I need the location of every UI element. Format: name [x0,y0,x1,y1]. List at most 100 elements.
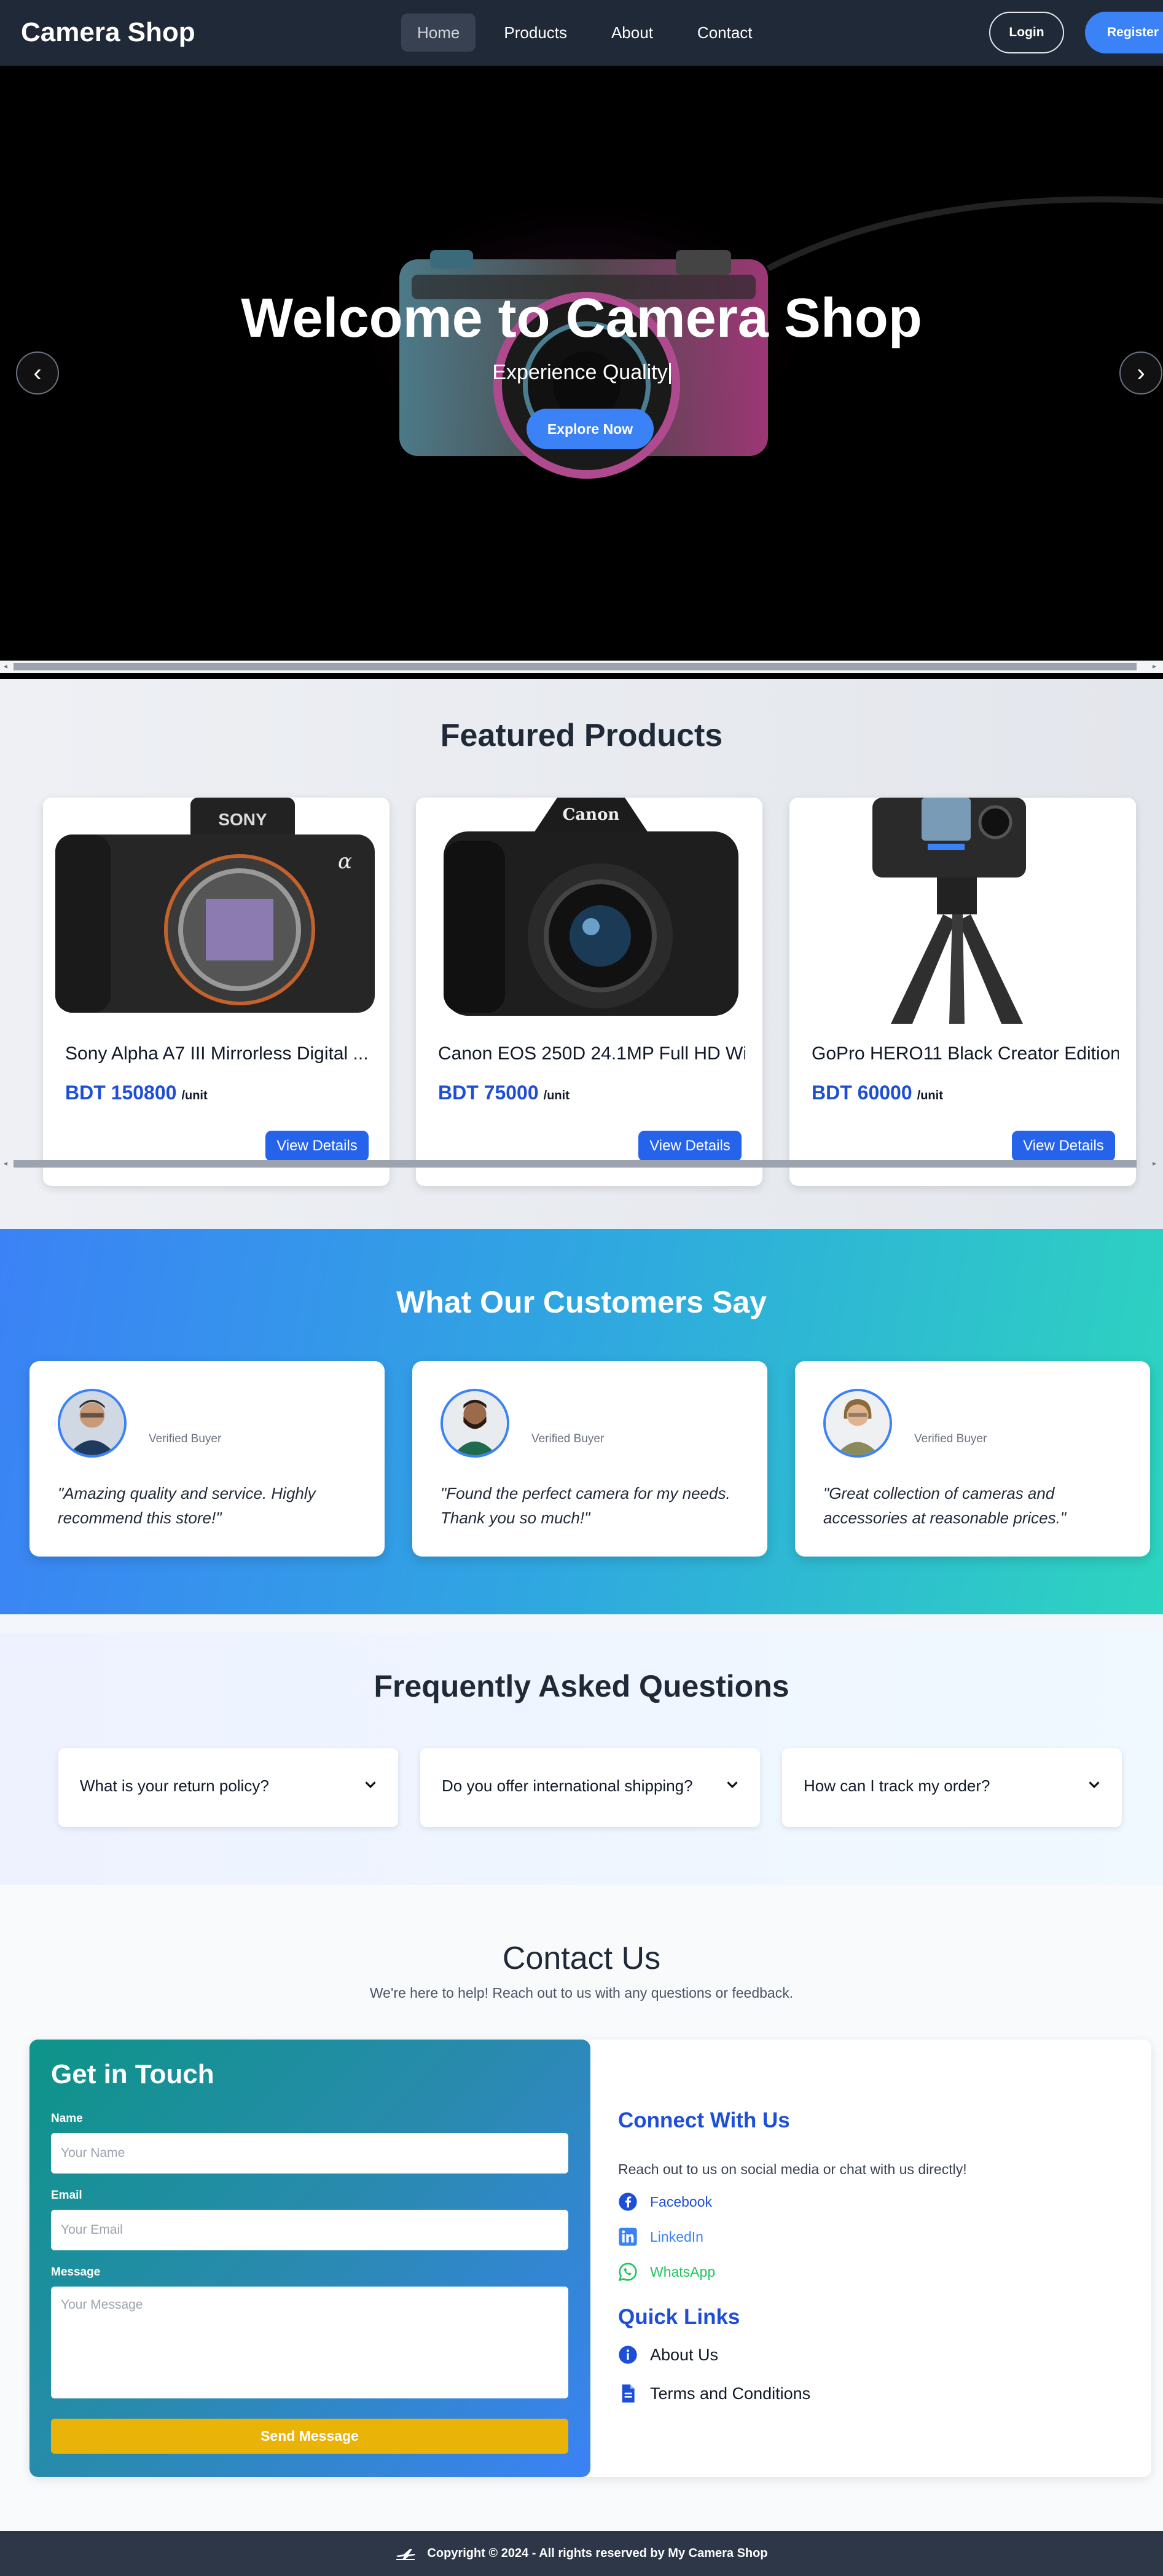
linkedin-icon [619,2228,637,2246]
plane-icon [396,2548,416,2560]
customer-photo [443,1391,507,1455]
product-name[interactable]: GoPro HERO11 Black Creator Edition... [812,1043,1119,1064]
explore-now-button[interactable]: Explore Now [527,409,654,449]
nav-link-contact[interactable]: Contact [681,14,769,52]
whatsapp-icon [618,2263,637,2282]
faq-item[interactable]: How can I track my order? [782,1748,1122,1827]
facebook-link[interactable]: Facebook [618,2192,712,2212]
about-us-link[interactable]: About Us [618,2345,718,2365]
scrollbar-thumb[interactable] [14,1160,1137,1168]
product-image-sony: SONY α [43,798,390,1024]
linkedin-label[interactable]: LinkedIn [650,2229,703,2245]
view-details-button[interactable]: View Details [1012,1131,1115,1161]
message-textarea[interactable]: Your Message [51,2287,568,2398]
faq-question[interactable]: What is your return policy? [80,1777,269,1796]
about-us-label[interactable]: About Us [650,2346,718,2365]
testimonial-quote: "Amazing quality and service. Highly rec… [58,1484,316,1527]
faq-question[interactable]: Do you offer international shipping? [442,1777,693,1796]
nav-link-about[interactable]: About [595,14,669,52]
quick-links-title: Quick Links [618,2305,740,2329]
svg-text:SONY: SONY [218,810,267,829]
hero-divider [0,673,1163,679]
testimonial-quote: "Found the perfect camera for my needs. … [441,1484,730,1527]
nav-link-products[interactable]: Products [488,14,583,52]
chevron-left-icon: ‹ [33,359,42,387]
section-gap [0,1614,1163,1633]
testimonial-card: Verified Buyer "Found the perfect camera… [412,1361,767,1557]
scroll-left-icon[interactable]: ◂ [4,662,7,670]
email-input[interactable]: Your Email [51,2210,568,2250]
copyright-text: Copyright © 2024 - All rights reserved b… [427,2547,768,2560]
hero-title: Welcome to Camera Shop [241,288,922,349]
price-unit: /unit [917,1089,943,1102]
products-scrollbar[interactable]: ◂ ▸ [0,1158,1163,1170]
verified-buyer-badge: Verified Buyer [531,1432,605,1445]
faq-question[interactable]: How can I track my order? [804,1777,990,1796]
customer-photo [60,1391,124,1455]
testimonials-section: What Our Customers Say Verified Buyer "A… [0,1229,1163,1614]
contact-section: Contact Us We're here to help! Reach out… [0,1885,1163,2531]
chevron-down-icon[interactable] [723,1775,742,1794]
price-unit: /unit [543,1089,570,1102]
view-details-button[interactable]: View Details [638,1131,742,1161]
info-icon [619,2346,637,2364]
hero-scrollbar[interactable]: ◂ ▸ [0,661,1163,673]
testimonial-card: Verified Buyer "Amazing quality and serv… [29,1361,385,1557]
footer: Copyright © 2024 - All rights reserved b… [0,2531,1163,2576]
svg-text:Canon: Canon [563,806,620,824]
product-name[interactable]: Canon EOS 250D 24.1MP Full HD Wi... [438,1043,745,1064]
linkedin-link[interactable]: LinkedIn [618,2227,703,2247]
hero-subtitle: Experience Quality [0,361,1163,385]
product-price: BDT 60000/unit [812,1082,943,1104]
connect-title: Connect With Us [618,2108,790,2132]
nav-link-home[interactable]: Home [401,14,476,52]
product-card[interactable]: SONY α Sony Alpha A7 III Mirrorless Digi… [43,798,390,1186]
contact-card: Get in Touch Name Your Name Email Your E… [29,2040,1151,2477]
email-label: Email [51,2189,82,2202]
product-card[interactable]: GoPro HERO11 Black Creator Edition... BD… [789,798,1136,1186]
scroll-right-icon[interactable]: ▸ [1153,662,1156,670]
typing-cursor [668,363,671,385]
whatsapp-label[interactable]: WhatsApp [650,2264,715,2280]
avatar [823,1389,892,1458]
carousel-next-button[interactable]: › [1119,351,1162,395]
product-image-gopro [789,798,1136,1024]
verified-buyer-badge: Verified Buyer [149,1432,222,1445]
whatsapp-link[interactable]: WhatsApp [618,2262,715,2282]
terms-label[interactable]: Terms and Conditions [650,2384,810,2403]
send-message-button[interactable]: Send Message [51,2419,568,2454]
brand-logo[interactable]: Camera Shop [21,17,195,48]
testimonials-title: What Our Customers Say [396,1285,767,1319]
faq-item[interactable]: What is your return policy? [58,1748,398,1827]
product-image-canon: Canon [416,798,762,1024]
scrollbar-thumb[interactable] [14,663,1137,670]
chevron-down-icon[interactable] [361,1775,380,1794]
carousel-prev-button[interactable]: ‹ [16,351,59,395]
avatar [441,1389,509,1458]
terms-link[interactable]: Terms and Conditions [618,2384,810,2403]
verified-buyer-badge: Verified Buyer [914,1432,987,1445]
testimonial-card: Verified Buyer "Great collection of came… [795,1361,1150,1557]
faq-title: Frequently Asked Questions [374,1669,789,1703]
name-input[interactable]: Your Name [51,2133,568,2174]
featured-title: Featured Products [440,718,723,753]
view-details-button[interactable]: View Details [265,1131,369,1161]
product-price: BDT 150800/unit [65,1082,208,1104]
product-name[interactable]: Sony Alpha A7 III Mirrorless Digital ... [65,1043,372,1064]
facebook-label[interactable]: Facebook [650,2194,712,2210]
register-button[interactable]: Register [1085,12,1163,53]
faq-item[interactable]: Do you offer international shipping? [420,1748,760,1827]
product-card[interactable]: Canon Canon EOS 250D 24.1MP Full HD Wi..… [416,798,762,1186]
login-button[interactable]: Login [989,12,1064,53]
connect-text: Reach out to us on social media or chat … [618,2161,967,2177]
contact-title: Contact Us [502,1941,661,1976]
contact-form: Get in Touch Name Your Name Email Your E… [29,2040,590,2477]
chevron-down-icon[interactable] [1085,1775,1103,1794]
price-value: BDT 75000 [438,1082,539,1104]
message-label: Message [51,2266,101,2279]
svg-text:α: α [338,849,352,874]
faq-section: Frequently Asked Questions What is your … [0,1633,1163,1885]
scroll-right-icon[interactable]: ▸ [1153,1159,1156,1168]
testimonial-quote: "Great collection of cameras and accesso… [823,1484,1067,1527]
scroll-left-icon[interactable]: ◂ [4,1159,7,1168]
